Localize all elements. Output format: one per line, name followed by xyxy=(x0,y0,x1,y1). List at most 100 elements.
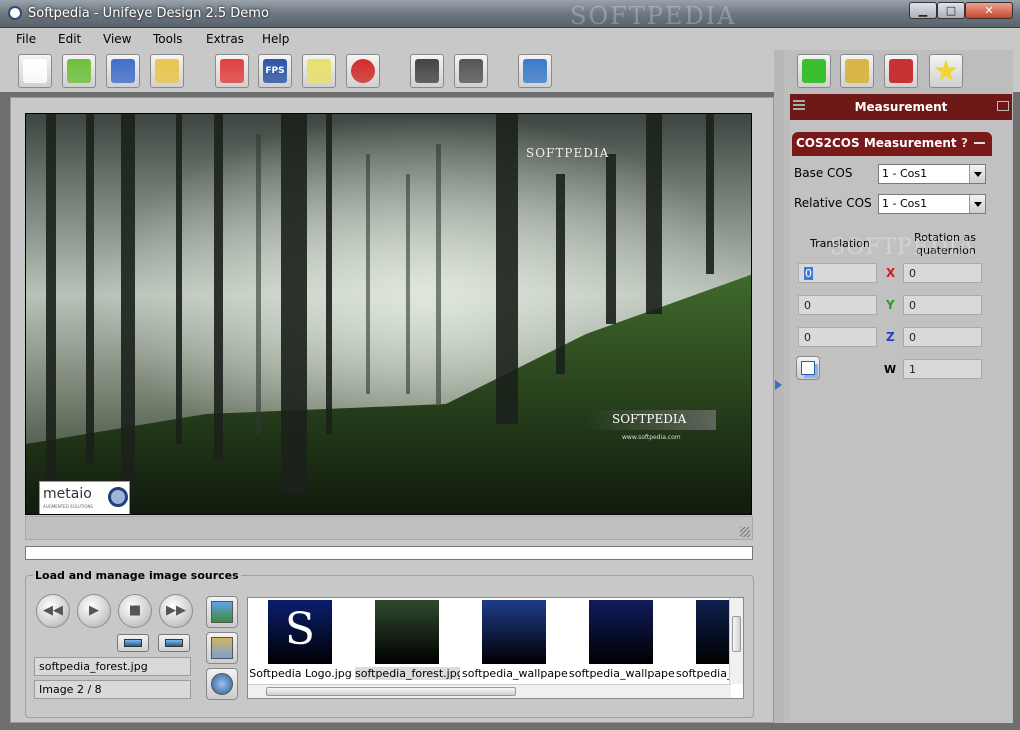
thumbnail-vertical-scrollbar[interactable] xyxy=(729,598,743,684)
menu-tools[interactable]: Tools xyxy=(153,32,183,46)
dot-grid-button[interactable] xyxy=(410,54,444,88)
menu-help[interactable]: Help xyxy=(262,32,289,46)
scrollbar-thumb[interactable] xyxy=(266,687,516,696)
light-icon xyxy=(307,59,331,83)
metaio-logo-icon xyxy=(108,487,128,507)
light-button[interactable] xyxy=(302,54,336,88)
new-button[interactable] xyxy=(18,54,52,88)
favorites-tab-button[interactable] xyxy=(929,54,963,88)
thumbnail-caption: softpedia_forest.jpg xyxy=(355,667,460,680)
x-axis-label: X xyxy=(886,266,896,280)
translation-y-field[interactable]: 0 xyxy=(798,295,877,315)
webcam-button[interactable] xyxy=(206,668,238,700)
viewport-resize-bar[interactable] xyxy=(25,516,753,540)
coordinate-system-button[interactable] xyxy=(215,54,249,88)
minimize-button[interactable]: ▁ xyxy=(909,2,937,19)
webcam-icon xyxy=(211,673,233,695)
thumbnail-item[interactable]: S Softpedia Logo.jpg xyxy=(248,598,353,684)
base-cos-label: Base COS xyxy=(794,166,853,180)
thumbnail-horizontal-scrollbar[interactable] xyxy=(248,684,731,698)
y-axis-label: Y xyxy=(886,298,895,312)
maximize-button[interactable]: □ xyxy=(937,2,965,19)
base-cos-value: 1 - Cos1 xyxy=(882,167,928,180)
measurement-tab-button[interactable] xyxy=(840,54,874,88)
base-cos-select[interactable]: 1 - Cos1 xyxy=(878,164,986,184)
dot-grid-window-button[interactable] xyxy=(454,54,488,88)
menu-view[interactable]: View xyxy=(103,32,131,46)
collapse-icon[interactable] xyxy=(974,142,985,144)
stop-button[interactable]: ■ xyxy=(118,594,152,628)
thumbnail-image: S xyxy=(268,600,332,664)
menu-bar: File Edit View Tools Extras Help xyxy=(0,28,1020,50)
window-camera-button[interactable] xyxy=(518,54,552,88)
menu-file[interactable]: File xyxy=(16,32,36,46)
play-button[interactable]: ▶ xyxy=(77,594,111,628)
cos2cos-title: COS2COS Measurement xyxy=(796,136,957,150)
current-filename: softpedia_forest.jpg xyxy=(34,657,191,676)
tools-tab-button[interactable] xyxy=(884,54,918,88)
w-axis-label: W xyxy=(884,363,897,376)
cos2cos-header: COS2COS Measurement ? xyxy=(792,132,992,156)
next-image-button[interactable] xyxy=(158,634,190,652)
image-icon xyxy=(211,601,233,623)
close-button[interactable]: ✕ xyxy=(965,2,1013,19)
load-sequence-button[interactable] xyxy=(206,632,238,664)
thumbnail-caption: softpedia_wallpape... xyxy=(462,667,567,680)
title-bar: Softpedia - Unifeye Design 2.5 Demo SOFT… xyxy=(0,0,1020,30)
thumbnail-image xyxy=(589,600,653,664)
dock-icon[interactable] xyxy=(997,101,1009,111)
dot-grid-window-icon xyxy=(459,59,483,83)
chevron-down-icon[interactable] xyxy=(969,165,985,183)
cube-icon xyxy=(802,59,826,83)
thumbnail-caption: Softpedia Logo.jpg xyxy=(249,667,352,680)
progress-field xyxy=(25,546,753,560)
objects-tab-button[interactable] xyxy=(797,54,831,88)
menu-edit[interactable]: Edit xyxy=(58,32,81,46)
watermark: SOFTPEDIA xyxy=(570,2,737,30)
open-icon xyxy=(67,59,91,83)
save-button[interactable] xyxy=(106,54,140,88)
window-title: Softpedia - Unifeye Design 2.5 Demo xyxy=(28,6,269,21)
panel-splitter[interactable] xyxy=(774,50,784,723)
open-button[interactable] xyxy=(62,54,96,88)
fast-forward-button[interactable]: ▶▶ xyxy=(159,594,193,628)
app-icon[interactable] xyxy=(8,6,22,20)
help-icon[interactable]: ? xyxy=(961,136,968,150)
rotation-z-field[interactable]: 0 xyxy=(903,327,982,347)
relative-cos-value: 1 - Cos1 xyxy=(882,197,928,210)
coordinate-system-icon xyxy=(220,59,244,83)
no-render-button[interactable] xyxy=(346,54,380,88)
fps-icon: FPS xyxy=(263,59,287,83)
copy-icon xyxy=(801,361,815,375)
metaio-logo: metaio AUGMENTED SOLUTIONS xyxy=(39,481,130,514)
viewport-watermark-bottom: SOFTPEDIA xyxy=(612,412,687,426)
z-axis-label: Z xyxy=(886,330,895,344)
expand-arrow-icon[interactable] xyxy=(775,380,782,390)
previous-image-button[interactable] xyxy=(117,634,149,652)
scene-viewport[interactable]: SOFTPEDIA SOFTPEDIA www.softpedia.com me… xyxy=(25,113,752,515)
copy-button[interactable] xyxy=(796,356,820,380)
scrollbar-thumb[interactable] xyxy=(732,616,741,652)
drag-handle-icon[interactable] xyxy=(793,100,805,112)
menu-extras[interactable]: Extras xyxy=(206,32,244,46)
rotation-w-field[interactable]: 1 xyxy=(903,359,982,379)
load-image-button[interactable] xyxy=(206,596,238,628)
translation-x-field[interactable]: 0 xyxy=(798,263,877,283)
resize-grip-icon[interactable] xyxy=(740,527,750,537)
image-stack-icon xyxy=(211,637,233,659)
rotation-x-field[interactable]: 0 xyxy=(903,263,982,283)
thumbnail-item[interactable]: softpedia_wallpape... xyxy=(462,598,567,684)
relative-cos-select[interactable]: 1 - Cos1 xyxy=(878,194,986,214)
translation-z-field[interactable]: 0 xyxy=(798,327,877,347)
thumbnail-item-selected[interactable]: softpedia_forest.jpg xyxy=(355,598,460,684)
dot-grid-icon xyxy=(415,59,439,83)
no-render-icon xyxy=(351,59,375,83)
rewind-button[interactable]: ◀◀ xyxy=(36,594,70,628)
save-as-button[interactable] xyxy=(150,54,184,88)
thumbnail-image xyxy=(375,600,439,664)
thumbnail-item[interactable]: softpedia_wallpape... xyxy=(569,598,674,684)
thumbnail-image xyxy=(482,600,546,664)
rotation-y-field[interactable]: 0 xyxy=(903,295,982,315)
fps-button[interactable]: FPS xyxy=(258,54,292,88)
chevron-down-icon[interactable] xyxy=(969,195,985,213)
